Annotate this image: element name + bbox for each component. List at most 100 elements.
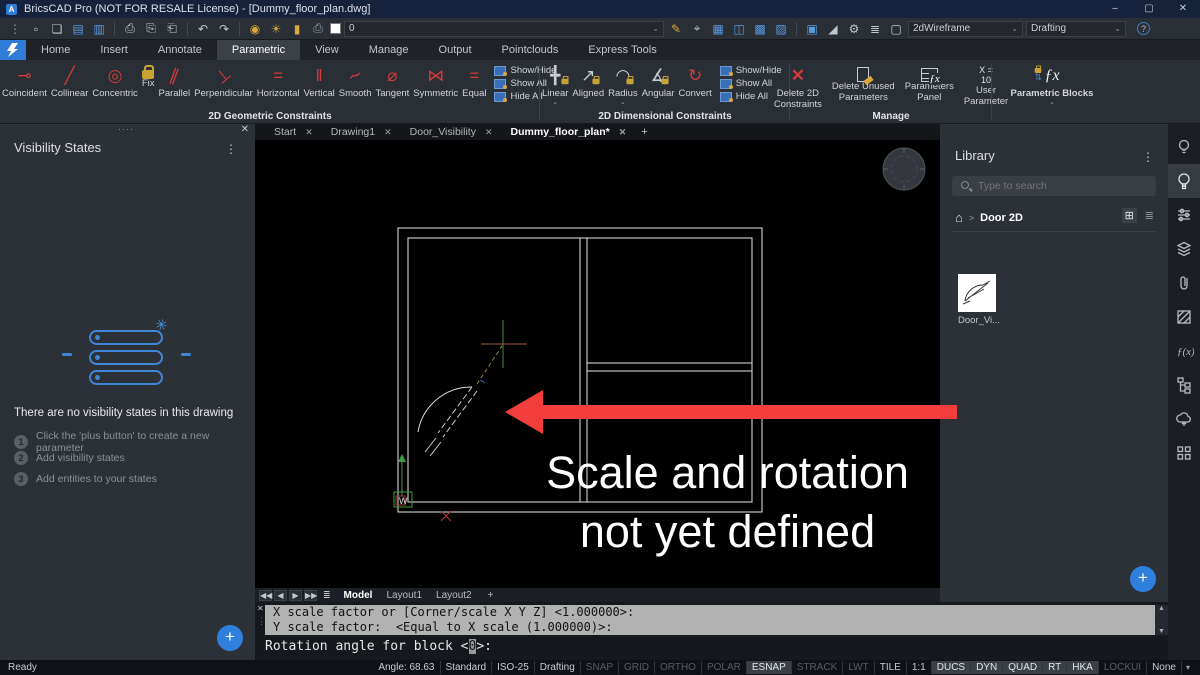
add-library-item-fab[interactable]: + <box>1130 566 1156 592</box>
node-select-icon[interactable]: ◫ <box>730 22 748 36</box>
status-toggle-rt[interactable]: RT <box>1043 661 1067 674</box>
status-toggle-polar[interactable]: POLAR <box>702 661 747 674</box>
status-toggle-angle-68-63[interactable]: Angle: 68.63 <box>373 661 440 674</box>
smooth-button[interactable]: ∼Smooth <box>337 63 374 100</box>
tab-manage[interactable]: Manage <box>354 40 424 60</box>
tab-insert[interactable]: Insert <box>85 40 143 60</box>
node-add-icon[interactable]: ▨ <box>772 22 790 36</box>
convert-button[interactable]: ↻Convert <box>676 63 713 100</box>
layer-thaw-icon[interactable]: ☀ <box>267 22 285 36</box>
library-item[interactable]: Door_Vi... <box>958 274 998 326</box>
breadcrumb-folder[interactable]: Door 2D <box>980 212 1023 224</box>
tab-parametric[interactable]: Parametric <box>217 40 300 60</box>
layout-tab-layout2[interactable]: Layout2 <box>429 590 479 601</box>
doc-tab-drawing1[interactable]: Drawing1✕ <box>322 124 401 140</box>
status-toggle-standard[interactable]: Standard <box>441 661 493 674</box>
concentric-button[interactable]: ◎Concentric <box>90 63 139 100</box>
prev-layout-icon[interactable]: ◀ <box>274 590 287 601</box>
tab-annotate[interactable]: Annotate <box>143 40 217 60</box>
status-toggle-ducs[interactable]: DUCS <box>932 661 971 674</box>
status-toggle-quad[interactable]: QUAD <box>1003 661 1043 674</box>
delete-constraints-button[interactable]: ✕Delete 2DConstraints <box>769 63 827 111</box>
status-toggle-hka[interactable]: HKA <box>1067 661 1099 674</box>
eraser-icon[interactable]: ◢ <box>824 22 842 36</box>
match-properties-icon[interactable]: ✎ <box>667 22 685 36</box>
close-tab-icon[interactable]: ✕ <box>619 127 627 138</box>
save-as-icon[interactable]: ▥ <box>90 22 108 36</box>
kebab-menu-icon[interactable]: ⋮ <box>225 142 237 156</box>
tangent-button[interactable]: ⌀Tangent <box>373 63 411 100</box>
status-toggle-ortho[interactable]: ORTHO <box>655 661 702 674</box>
list-icon[interactable]: ≣ <box>866 22 884 36</box>
vertical-button[interactable]: ‖Vertical <box>302 63 337 100</box>
close-button[interactable]: ✕ <box>1166 0 1200 18</box>
list-view-icon[interactable]: ≣ <box>1143 208 1156 223</box>
home-icon[interactable]: ⌂ <box>955 210 963 225</box>
angular-button[interactable]: ∡Angular <box>640 63 677 100</box>
scroll-up-icon[interactable]: ▲ <box>1155 605 1168 612</box>
undo-icon[interactable]: ↶ <box>194 22 212 36</box>
layer-lock-icon[interactable]: ▮ <box>288 22 306 36</box>
status-toggle-snap[interactable]: SNAP <box>581 661 619 674</box>
perpendicular-button[interactable]: ⊥Perpendicular <box>192 63 255 100</box>
chevron-down-icon[interactable]: ▾ <box>1182 663 1190 672</box>
maximize-button[interactable]: ▢ <box>1132 0 1166 18</box>
parameters-panel-button[interactable]: ƒxParametersPanel <box>900 63 959 104</box>
aligned-button[interactable]: ↗Aligned <box>570 63 606 100</box>
status-toggle-tile[interactable]: TILE <box>875 661 907 674</box>
symmetric-button[interactable]: ⋈Symmetric <box>411 63 460 100</box>
scroll-down-icon[interactable]: ▼ <box>1155 628 1168 635</box>
doc-tab-door-visibility[interactable]: Door_Visibility✕ <box>401 124 502 140</box>
status-toggle-grid[interactable]: GRID <box>619 661 655 674</box>
settings-gears-icon[interactable]: ⚙ <box>845 22 863 36</box>
parallel-button[interactable]: ∥Parallel <box>156 63 192 100</box>
close-tab-icon[interactable]: ✕ <box>384 127 392 138</box>
status-toggle-none[interactable]: None <box>1147 661 1182 674</box>
page-setup-icon[interactable]: ⎗ <box>163 21 181 36</box>
panel-tab-components[interactable] <box>1168 436 1200 470</box>
command-scrollbar[interactable]: ▲ ▼ <box>1155 605 1168 635</box>
panel-tab-hatch[interactable] <box>1168 300 1200 334</box>
plot-icon[interactable]: ⎙ <box>121 21 139 36</box>
new-document-icon[interactable]: ▫ <box>27 22 45 36</box>
panel-tab-sliders[interactable] <box>1168 198 1200 232</box>
selection-net-icon[interactable]: ▦ <box>709 22 727 36</box>
close-tab-icon[interactable]: ✕ <box>485 127 493 138</box>
drawing-canvas[interactable]: W Scale and rotation not yet defined <box>255 140 940 588</box>
color-swatch[interactable] <box>330 23 341 34</box>
visual-style-dropdown[interactable]: 2dWireframe⌄ <box>908 21 1023 37</box>
panel-close-icon[interactable]: ✕ <box>241 124 249 135</box>
panel-tab-layers[interactable] <box>1168 232 1200 266</box>
open-folder-icon[interactable]: ❏ <box>48 22 66 36</box>
grid-view-icon[interactable]: ⊞ <box>1122 208 1137 223</box>
toolbar-handle-icon[interactable]: ⋮ <box>6 22 24 36</box>
plot-preview-icon[interactable]: ⎘ <box>142 21 160 36</box>
image-icon[interactable]: ▢ <box>887 22 905 36</box>
coincident-button[interactable]: ⊸Coincident <box>0 63 49 100</box>
panel-tab-bulb[interactable] <box>1168 130 1200 164</box>
library-search-input[interactable] <box>952 176 1156 196</box>
status-toggle-drafting[interactable]: Drafting <box>535 661 581 674</box>
redo-icon[interactable]: ↷ <box>215 22 233 36</box>
tab-pointclouds[interactable]: Pointclouds <box>487 40 574 60</box>
panel-icon[interactable]: ▣ <box>803 22 821 36</box>
command-history[interactable]: X scale factor or [Corner/scale X Y Z] <… <box>265 605 1155 635</box>
equal-button[interactable]: =Equal <box>460 63 488 100</box>
layer-dropdown[interactable]: 0⌄ <box>344 21 664 37</box>
help-button[interactable]: ? <box>1137 22 1150 35</box>
fix-button[interactable]: Fix <box>140 63 157 90</box>
tab-output[interactable]: Output <box>424 40 487 60</box>
status-toggle-dyn[interactable]: DYN <box>971 661 1003 674</box>
parametric-blocks-button[interactable]: ⇅ƒx Parametric Blocks ⌄ <box>992 63 1112 105</box>
panel-tab-cloud[interactable] <box>1168 402 1200 436</box>
eyedropper-icon[interactable]: ⌖ <box>688 21 706 36</box>
command-prompt[interactable]: Rotation angle for block <0>: <box>265 639 492 654</box>
collinear-button[interactable]: ╱Collinear <box>49 63 91 100</box>
status-toggle-1-1[interactable]: 1:1 <box>907 661 932 674</box>
add-layout-button[interactable]: + <box>481 590 501 601</box>
status-toggle-iso-25[interactable]: ISO-25 <box>492 661 535 674</box>
tab-home[interactable]: Home <box>26 40 85 60</box>
status-toggle-strack[interactable]: STRACK <box>792 661 844 674</box>
panel-drag-handle[interactable]: ···· <box>118 124 134 134</box>
layout-tab-model[interactable]: Model <box>337 590 380 601</box>
